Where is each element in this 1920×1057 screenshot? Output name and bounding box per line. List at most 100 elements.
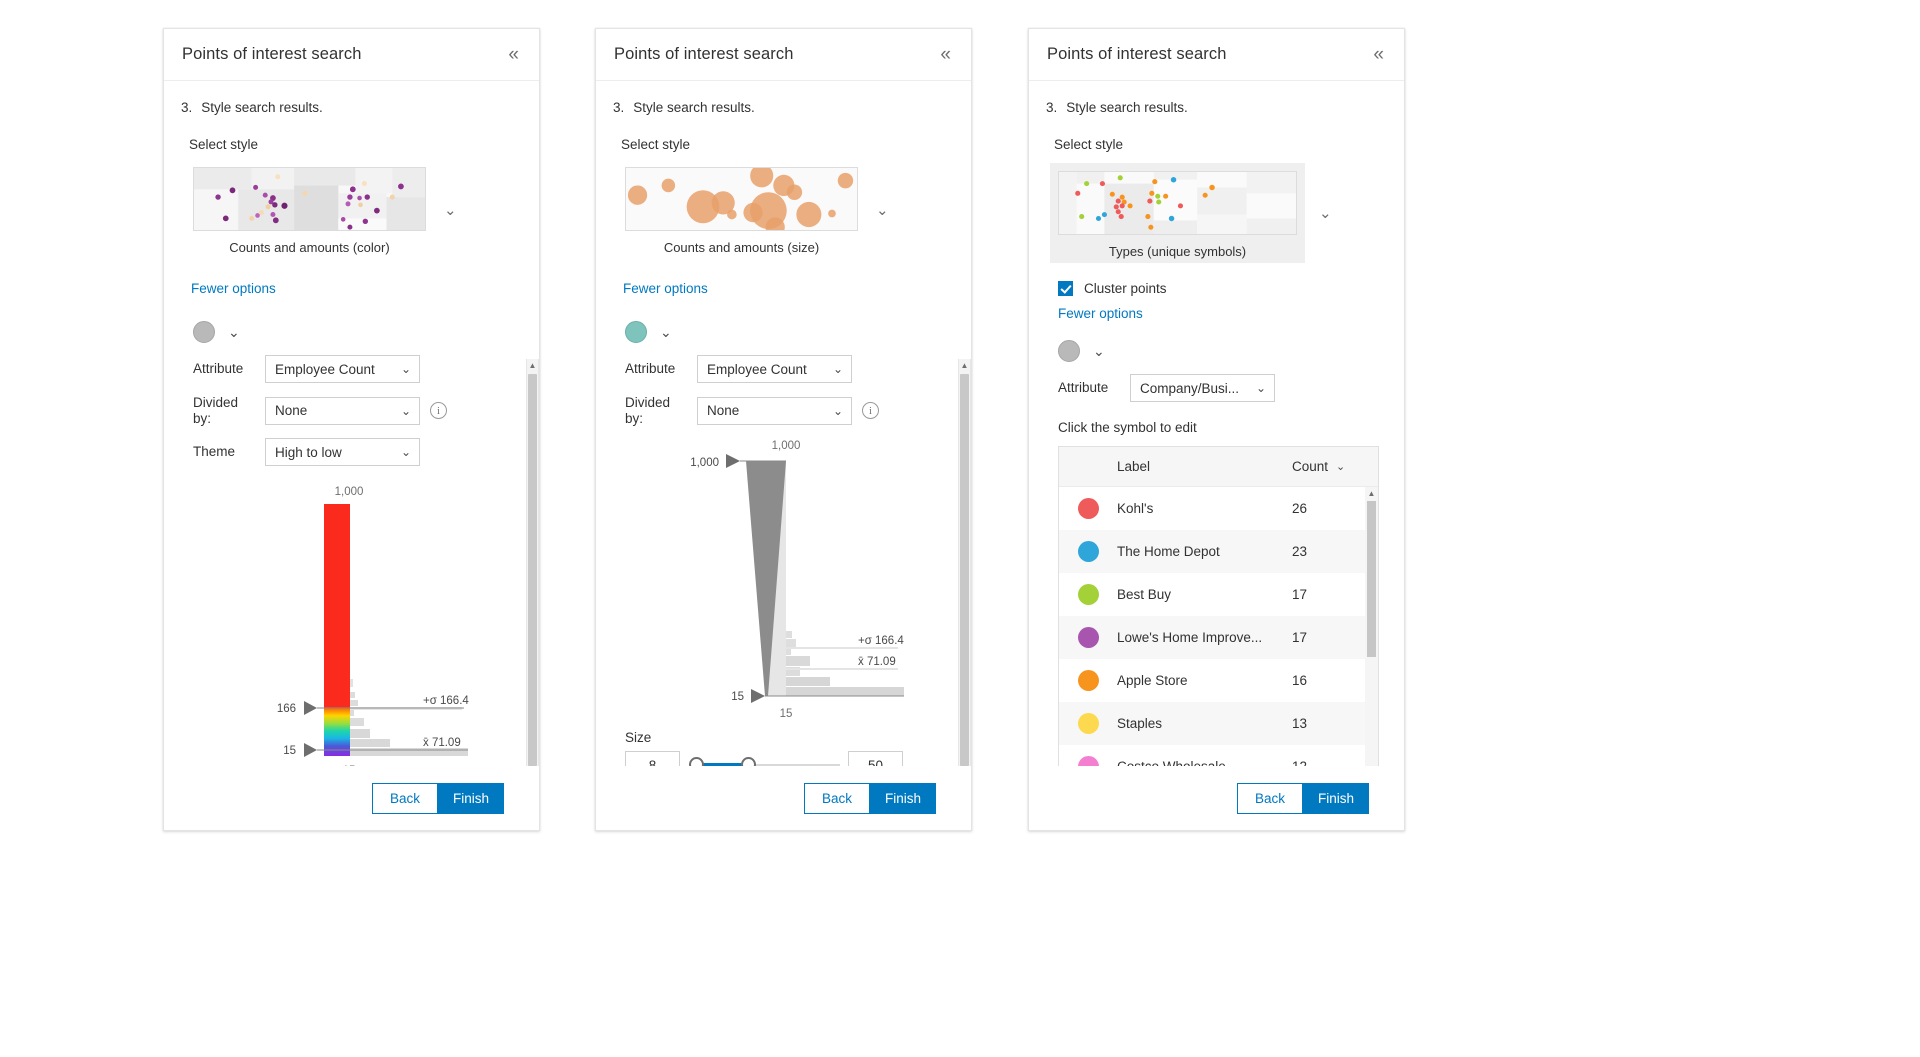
style-thumbnail xyxy=(193,167,426,231)
symbol-dot-icon[interactable] xyxy=(1078,713,1099,734)
symbol-preview-row[interactable]: ⌄ xyxy=(1029,340,1404,362)
slider-lower-value: 15 xyxy=(283,745,296,757)
symbol-chevron-down-icon[interactable]: ⌄ xyxy=(1093,343,1105,360)
finish-button[interactable]: Finish xyxy=(870,783,936,814)
symbol-cell xyxy=(1059,627,1117,648)
color-slider-graphic[interactable]: 1,000 xyxy=(164,482,524,782)
symbol-cell xyxy=(1059,713,1117,734)
panel-scrollbar[interactable]: ▲ ▼ xyxy=(526,359,539,830)
scroll-up-icon[interactable]: ▲ xyxy=(959,359,970,372)
step-number: 3. xyxy=(1046,100,1057,115)
chevron-down-icon[interactable]: ⌄ xyxy=(1336,460,1345,473)
scrollbar-thumb[interactable] xyxy=(528,374,537,766)
scroll-up-icon[interactable]: ▲ xyxy=(1365,487,1378,500)
symbol-dot-icon[interactable] xyxy=(1078,541,1099,562)
attribute-select[interactable]: Company/Busi... ⌄ xyxy=(1130,374,1275,402)
color-slider[interactable]: 1,000 xyxy=(164,482,539,782)
style-selector[interactable]: Counts and amounts (color) ⌄ xyxy=(164,163,539,257)
attribute-value: Employee Count xyxy=(707,362,807,377)
scrollbar-thumb[interactable] xyxy=(1367,501,1376,657)
chevron-down-icon: ⌄ xyxy=(401,445,411,459)
attribute-value: Employee Count xyxy=(275,362,375,377)
chevron-down-icon: ⌄ xyxy=(833,404,843,418)
divided-by-select[interactable]: None ⌄ xyxy=(265,397,420,425)
symbol-dot-icon[interactable] xyxy=(1078,627,1099,648)
cluster-points-row[interactable]: Cluster points xyxy=(1029,281,1404,296)
style-selector[interactable]: Counts and amounts (size) ⌄ xyxy=(596,163,971,257)
style-chevron-down-icon[interactable]: ⌄ xyxy=(876,201,889,219)
chevron-down-icon: ⌄ xyxy=(401,362,411,376)
style-chevron-down-icon[interactable]: ⌄ xyxy=(1319,204,1332,222)
fewer-options-link[interactable]: Fewer options xyxy=(1058,306,1143,321)
style-caption: Counts and amounts (color) xyxy=(193,240,426,255)
symbol-preview-row[interactable]: ⌄ xyxy=(596,321,971,343)
info-icon[interactable]: i xyxy=(862,402,879,419)
style-chevron-down-icon[interactable]: ⌄ xyxy=(444,201,457,219)
style-preview-color[interactable]: Counts and amounts (color) xyxy=(189,163,430,257)
thumbnail-map-types xyxy=(1059,172,1296,234)
attribute-select[interactable]: Employee Count ⌄ xyxy=(697,355,852,383)
symbol-swatch[interactable] xyxy=(625,321,647,343)
chevron-down-icon: ⌄ xyxy=(401,404,411,418)
step-line: 3. Style search results. xyxy=(596,81,971,115)
cluster-points-checkbox[interactable] xyxy=(1058,281,1073,296)
table-row[interactable]: Best Buy17 xyxy=(1059,573,1378,616)
size-slider-graphic[interactable]: 1,000 xyxy=(596,436,956,726)
count-column-header[interactable]: Count ⌄ xyxy=(1292,459,1378,474)
fewer-options-link[interactable]: Fewer options xyxy=(164,281,276,296)
table-row[interactable]: Lowe's Home Improve...17 xyxy=(1059,616,1378,659)
divided-by-label: Divided by: xyxy=(625,395,687,426)
style-caption: Types (unique symbols) xyxy=(1058,244,1297,259)
divided-by-label: Divided by: xyxy=(193,395,255,426)
table-row[interactable]: The Home Depot23 xyxy=(1059,530,1378,573)
finish-button[interactable]: Finish xyxy=(438,783,504,814)
style-thumbnail xyxy=(1058,171,1297,235)
panel-scrollbar[interactable]: ▲ ▼ xyxy=(958,359,971,830)
types-table-body: Kohl's26The Home Depot23Best Buy17Lowe's… xyxy=(1059,487,1378,778)
symbol-dot-icon[interactable] xyxy=(1078,584,1099,605)
collapse-left-icon[interactable]: « xyxy=(1369,43,1388,66)
symbol-cell xyxy=(1059,541,1117,562)
symbol-chevron-down-icon[interactable]: ⌄ xyxy=(660,324,672,341)
chevron-down-icon: ⌄ xyxy=(833,362,843,376)
finish-button[interactable]: Finish xyxy=(1303,783,1369,814)
symbol-chevron-down-icon[interactable]: ⌄ xyxy=(228,324,240,341)
panel-footer: Back Finish xyxy=(1029,766,1404,830)
table-row[interactable]: Apple Store16 xyxy=(1059,659,1378,702)
scroll-up-icon[interactable]: ▲ xyxy=(527,359,538,372)
types-list-scrollbar[interactable]: ▲ ▼ xyxy=(1365,487,1378,778)
back-button[interactable]: Back xyxy=(1237,783,1303,814)
symbol-preview-row[interactable]: ⌄ xyxy=(164,321,539,343)
collapse-left-icon[interactable]: « xyxy=(936,43,955,66)
info-icon[interactable]: i xyxy=(430,402,447,419)
collapse-left-icon[interactable]: « xyxy=(504,43,523,66)
attribute-select[interactable]: Employee Count ⌄ xyxy=(265,355,420,383)
style-preview-size[interactable]: Counts and amounts (size) xyxy=(621,163,862,257)
theme-select[interactable]: High to low ⌄ xyxy=(265,438,420,466)
chevron-down-icon: ⌄ xyxy=(1256,381,1266,395)
table-row[interactable]: Staples13 xyxy=(1059,702,1378,745)
theme-label: Theme xyxy=(193,444,255,460)
color-ramp[interactable] xyxy=(324,504,350,756)
size-slider[interactable]: 1,000 xyxy=(596,436,971,726)
style-preview-types[interactable]: Types (unique symbols) xyxy=(1050,163,1305,263)
step-line: 3. Style search results. xyxy=(1029,81,1404,115)
symbol-dot-icon[interactable] xyxy=(1078,498,1099,519)
scrollbar-thumb[interactable] xyxy=(960,374,969,766)
back-button[interactable]: Back xyxy=(372,783,438,814)
table-row[interactable]: Kohl's26 xyxy=(1059,487,1378,530)
slider-lower-value: 15 xyxy=(731,691,744,703)
click-symbol-hint: Click the symbol to edit xyxy=(1029,420,1404,435)
style-selector[interactable]: Types (unique symbols) ⌄ xyxy=(1029,163,1404,263)
back-button[interactable]: Back xyxy=(804,783,870,814)
page-title: Points of interest search xyxy=(182,45,362,64)
divided-by-select[interactable]: None ⌄ xyxy=(697,397,852,425)
symbol-dot-icon[interactable] xyxy=(1078,670,1099,691)
types-rows-container: Kohl's26The Home Depot23Best Buy17Lowe's… xyxy=(1059,487,1378,778)
symbol-swatch[interactable] xyxy=(193,321,215,343)
slider-bottom-value: 15 xyxy=(780,708,793,720)
attribute-label: Attribute xyxy=(1058,380,1120,396)
fewer-options-link[interactable]: Fewer options xyxy=(596,281,708,296)
types-table: Label Count ⌄ Kohl's26The Home Depot23Be… xyxy=(1058,446,1379,779)
symbol-swatch[interactable] xyxy=(1058,340,1080,362)
